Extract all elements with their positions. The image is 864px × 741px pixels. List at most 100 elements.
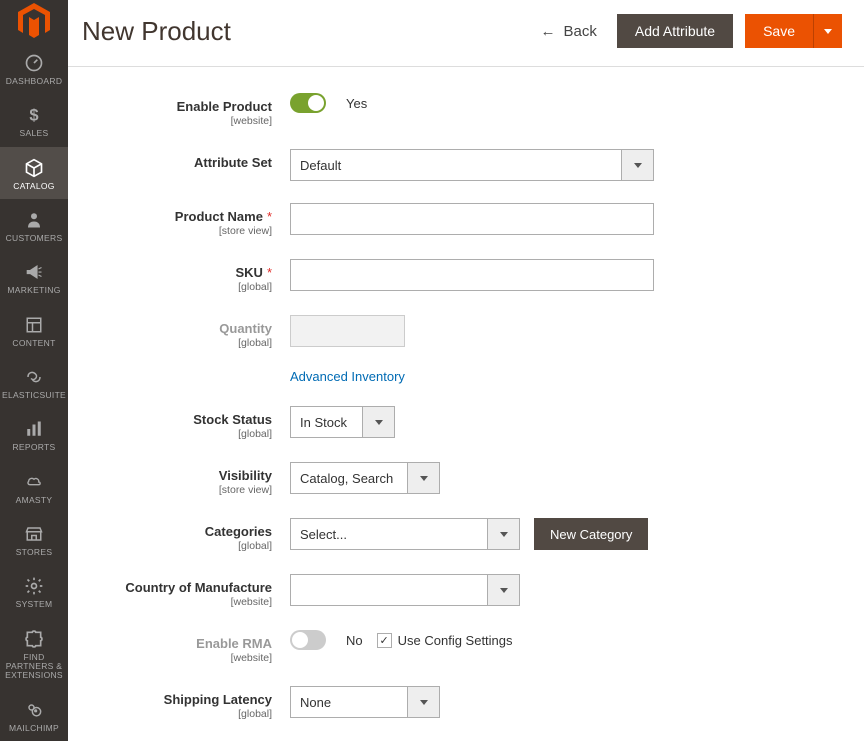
- layout-icon: [23, 314, 45, 336]
- field-sku: SKU * [global]: [90, 259, 842, 293]
- nav-sales[interactable]: $ SALES: [0, 94, 68, 146]
- select-toggle[interactable]: [408, 462, 440, 494]
- field-visibility: Visibility [store view] Catalog, Search: [90, 462, 842, 496]
- field-scope: [global]: [90, 281, 272, 293]
- back-label: Back: [564, 23, 597, 40]
- nav-label: MAILCHIMP: [9, 724, 59, 733]
- nav-system[interactable]: SYSTEM: [0, 565, 68, 617]
- back-link[interactable]: ← Back: [541, 23, 597, 40]
- enable-product-toggle[interactable]: [290, 93, 326, 113]
- nav-dashboard[interactable]: DASHBOARD: [0, 42, 68, 94]
- arrow-left-icon: ←: [541, 23, 556, 40]
- sku-input[interactable]: [290, 259, 654, 291]
- nav-label: CATALOG: [13, 182, 54, 191]
- shipping-latency-select[interactable]: None: [290, 686, 440, 718]
- field-label: Enable RMA: [196, 636, 272, 651]
- field-label: Stock Status: [193, 412, 272, 427]
- nav-mailchimp[interactable]: MAILCHIMP: [0, 689, 68, 741]
- field-quantity: Quantity [global] Advanced Inventory: [90, 315, 842, 384]
- megaphone-icon: [23, 261, 45, 283]
- nav-reports[interactable]: REPORTS: [0, 408, 68, 460]
- field-categories: Categories [global] Select... New Catego…: [90, 518, 842, 552]
- nav-partners[interactable]: FIND PARTNERS & EXTENSIONS: [0, 618, 68, 689]
- field-enable-rma: Enable RMA [website] No ✓ Use Config Set…: [90, 630, 842, 664]
- nav-label: AMASTY: [16, 496, 53, 505]
- nav-content[interactable]: CONTENT: [0, 304, 68, 356]
- country-select[interactable]: [290, 574, 520, 606]
- nav-label: REPORTS: [12, 443, 55, 452]
- select-value: Select...: [290, 518, 488, 550]
- new-category-button[interactable]: New Category: [534, 518, 648, 550]
- use-config-checkbox-wrap: ✓ Use Config Settings: [377, 633, 513, 648]
- nav-label: SALES: [20, 129, 49, 138]
- nav-label: CUSTOMERS: [6, 234, 63, 243]
- nav-label: DASHBOARD: [6, 77, 63, 86]
- caret-down-icon: [824, 29, 832, 34]
- dollar-icon: $: [23, 104, 45, 126]
- field-label: Enable Product: [177, 99, 272, 114]
- use-config-checkbox[interactable]: ✓: [377, 633, 392, 648]
- select-toggle[interactable]: [488, 518, 520, 550]
- nav-label: CONTENT: [12, 339, 55, 348]
- field-label: SKU: [235, 265, 262, 280]
- caret-down-icon: [420, 700, 428, 705]
- quantity-input: [290, 315, 405, 347]
- nav-label: ELASTICSUITE: [2, 391, 66, 400]
- field-stock-status: Stock Status [global] In Stock: [90, 406, 842, 440]
- product-name-input[interactable]: [290, 203, 654, 235]
- select-value: Default: [290, 149, 622, 181]
- field-label: Visibility: [219, 468, 272, 483]
- enable-rma-toggle[interactable]: [290, 630, 326, 650]
- save-button[interactable]: Save: [745, 14, 813, 48]
- field-label: Country of Manufacture: [125, 580, 272, 595]
- field-enable-product: Enable Product [website] Yes: [90, 93, 842, 127]
- select-toggle[interactable]: [408, 686, 440, 718]
- nav-elasticsuite[interactable]: ELASTICSUITE: [0, 356, 68, 408]
- caret-down-icon: [420, 476, 428, 481]
- toggle-value: No: [346, 633, 363, 648]
- select-toggle[interactable]: [622, 149, 654, 181]
- save-button-group: Save: [745, 14, 842, 48]
- field-label: Shipping Latency: [164, 692, 272, 707]
- field-label: Quantity: [219, 321, 272, 336]
- nav-marketing[interactable]: MARKETING: [0, 251, 68, 303]
- field-scope: [store view]: [90, 225, 272, 237]
- field-scope: [global]: [90, 337, 272, 349]
- save-dropdown-button[interactable]: [813, 14, 842, 48]
- required-mark: *: [267, 209, 272, 224]
- nav-label: MARKETING: [7, 286, 60, 295]
- visibility-select[interactable]: Catalog, Search: [290, 462, 440, 494]
- nav-amasty[interactable]: AMASTY: [0, 461, 68, 513]
- advanced-inventory-link[interactable]: Advanced Inventory: [290, 369, 405, 384]
- select-toggle[interactable]: [363, 406, 395, 438]
- add-attribute-button[interactable]: Add Attribute: [617, 14, 733, 48]
- main-content: New Product ← Back Add Attribute Save En…: [68, 0, 864, 741]
- nav-label: SYSTEM: [16, 600, 53, 609]
- caret-down-icon: [375, 420, 383, 425]
- nav-label: STORES: [16, 548, 53, 557]
- field-scope: [website]: [90, 115, 272, 127]
- required-mark: *: [267, 265, 272, 280]
- nav-label: FIND PARTNERS & EXTENSIONS: [2, 653, 66, 681]
- box-icon: [23, 157, 45, 179]
- select-value: None: [290, 686, 408, 718]
- nav-catalog[interactable]: CATALOG: [0, 147, 68, 199]
- field-scope: [website]: [90, 652, 272, 664]
- magento-logo[interactable]: [0, 0, 68, 42]
- admin-sidebar: DASHBOARD $ SALES CATALOG CUSTOMERS MARK…: [0, 0, 68, 741]
- categories-select[interactable]: Select...: [290, 518, 520, 550]
- select-value: [290, 574, 488, 606]
- select-toggle[interactable]: [488, 574, 520, 606]
- stock-status-select[interactable]: In Stock: [290, 406, 395, 438]
- field-shipping-latency: Shipping Latency [global] None: [90, 686, 842, 720]
- field-scope: [website]: [90, 596, 272, 608]
- nav-customers[interactable]: CUSTOMERS: [0, 199, 68, 251]
- swirl-icon: [23, 366, 45, 388]
- attribute-set-select[interactable]: Default: [290, 149, 654, 181]
- product-form: Enable Product [website] Yes Attribute S…: [68, 67, 864, 741]
- select-value: Catalog, Search: [290, 462, 408, 494]
- field-scope: [store view]: [90, 484, 272, 496]
- mailchimp-icon: [23, 699, 45, 721]
- field-label: Product Name: [175, 209, 263, 224]
- nav-stores[interactable]: STORES: [0, 513, 68, 565]
